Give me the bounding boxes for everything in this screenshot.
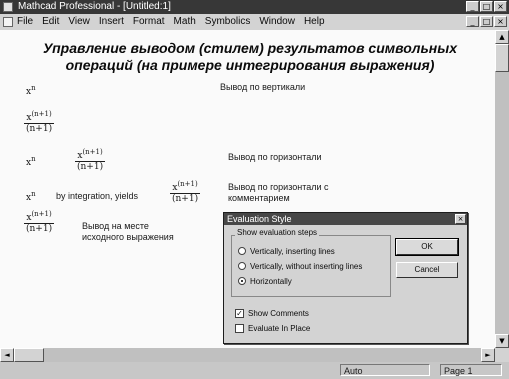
label-horizontal: Вывод по горизонтали (228, 152, 322, 162)
minimize-button[interactable]: _ (466, 1, 479, 12)
app-icon[interactable] (3, 2, 13, 12)
radio-button[interactable] (238, 247, 246, 255)
heading-line-2: операций (на примере интегрирования выра… (65, 57, 435, 73)
ok-button[interactable]: OK (395, 238, 459, 256)
menu-window[interactable]: Window (259, 14, 295, 30)
group-label: Show evaluation steps (235, 228, 320, 237)
scroll-left-button[interactable]: ◄ (0, 348, 14, 362)
menu-bar: File Edit View Insert Format Math Symbol… (0, 14, 509, 30)
doc-restore-button[interactable]: □ (480, 16, 493, 27)
label-vertical: Вывод по вертикали (220, 82, 306, 92)
evaluation-style-dialog: Evaluation Style × Show evaluation steps… (223, 212, 468, 344)
title-bar: Mathcad Professional - [Untitled:1] _ □ … (0, 0, 509, 14)
result-comment[interactable]: x(n+1) (n+1) (170, 180, 201, 204)
vertical-scroll-thumb[interactable] (495, 44, 509, 72)
label-horizontal-comment: Вывод по горизонтали с комментарием (228, 182, 329, 203)
menu-symbolics[interactable]: Symbolics (205, 14, 251, 30)
doc-close-button[interactable]: × (494, 16, 507, 27)
dialog-close-button[interactable]: × (455, 214, 466, 224)
worksheet-heading: Управление выводом (стилем) результатов … (10, 40, 490, 74)
radio-button[interactable] (238, 262, 246, 270)
checkbox-unchecked[interactable] (235, 324, 244, 333)
menu-math[interactable]: Math (174, 14, 196, 30)
label-in-place: Вывод на месте исходного выражения (82, 221, 174, 242)
expr-horizontal-input[interactable]: xn (26, 155, 36, 168)
menu-format[interactable]: Format (133, 14, 165, 30)
menu-edit[interactable]: Edit (42, 14, 59, 30)
document-icon[interactable] (3, 17, 13, 27)
vertical-scrollbar[interactable]: ▲ ▼ (495, 30, 509, 348)
menu-insert[interactable]: Insert (99, 14, 124, 30)
result-horizontal[interactable]: x(n+1) (n+1) (75, 148, 106, 172)
radio-button-selected[interactable] (238, 277, 246, 285)
scroll-right-button[interactable]: ► (481, 348, 495, 362)
close-button[interactable]: × (494, 1, 507, 12)
expr-comment-input[interactable]: xn (26, 190, 36, 203)
status-bar: Auto Page 1 (0, 362, 509, 379)
heading-line-1: Управление выводом (стилем) результатов … (42, 40, 458, 56)
result-in-place[interactable]: x(n+1) (n+1) (24, 210, 55, 234)
comment-text: by integration, yields (56, 191, 139, 201)
horizontal-scrollbar[interactable]: ◄ ► (0, 348, 495, 362)
dialog-title: Evaluation Style (224, 213, 467, 225)
scrollbar-corner (495, 348, 509, 362)
horizontal-scroll-thumb[interactable] (14, 348, 44, 362)
expr-vertical-input[interactable]: xn (26, 84, 36, 97)
menu-view[interactable]: View (68, 14, 90, 30)
status-mode: Auto (340, 364, 430, 376)
result-vertical[interactable]: x(n+1) (n+1) (24, 110, 55, 134)
checkbox-checked[interactable]: ✓ (235, 309, 244, 318)
scroll-up-button[interactable]: ▲ (495, 30, 509, 44)
menu-file[interactable]: File (17, 14, 33, 30)
maximize-button[interactable]: □ (480, 1, 493, 12)
scroll-down-button[interactable]: ▼ (495, 334, 509, 348)
status-page: Page 1 (440, 364, 502, 376)
cancel-button[interactable]: Cancel (396, 262, 458, 278)
doc-minimize-button[interactable]: _ (466, 16, 479, 27)
window-title: Mathcad Professional - [Untitled:1] (18, 1, 171, 12)
menu-help[interactable]: Help (304, 14, 325, 30)
